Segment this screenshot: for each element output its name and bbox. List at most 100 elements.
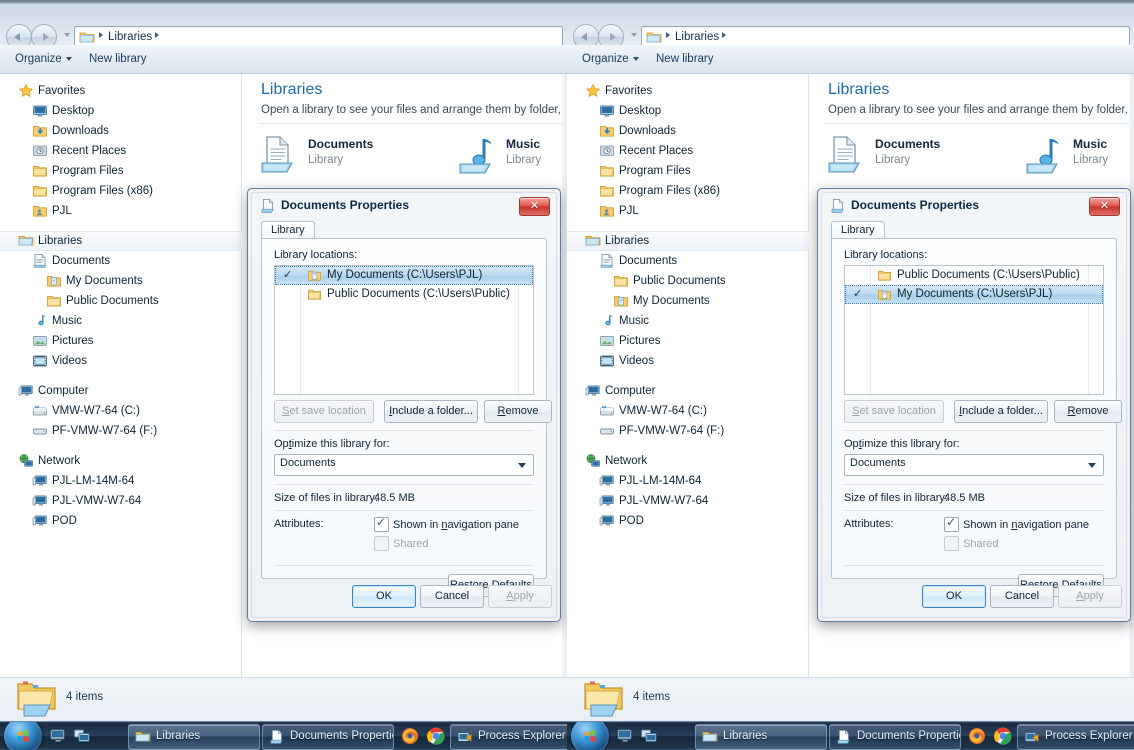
close-icon[interactable]: ✕	[519, 197, 550, 216]
shared-checkbox[interactable]	[944, 536, 959, 551]
switch-window-icon[interactable]	[72, 726, 92, 746]
list-item[interactable]: ✓ My Documents (C:\Users\PJL)	[845, 285, 1103, 304]
close-icon[interactable]: ✕	[1089, 197, 1120, 216]
nav-item-pjl-vmw-w7-64[interactable]: PJL-VMW-W7-64	[567, 491, 809, 511]
shown-in-nav-pane-checkbox[interactable]	[944, 515, 959, 532]
new-library-button[interactable]: New library	[649, 49, 721, 69]
nav-item-drive-f[interactable]: PF-VMW-W7-64 (F:)	[567, 421, 809, 441]
library-locations-list[interactable]: ✓ My Documents (C:\Users\PJL) Public Doc…	[274, 265, 534, 395]
nav-item-pod[interactable]: POD	[0, 511, 242, 531]
set-save-location-button[interactable]: Set save location	[274, 400, 374, 423]
apply-button[interactable]: Apply	[1058, 585, 1122, 608]
list-item[interactable]: Public Documents (C:\Users\Public)	[845, 266, 1103, 285]
taskbar-button-process-explorer[interactable]: Process Explorer	[1017, 724, 1134, 750]
switch-window-icon[interactable]	[639, 726, 659, 746]
nav-group-favorites[interactable]: Favorites	[567, 81, 809, 101]
taskbar-button-libraries[interactable]: Libraries	[695, 724, 827, 750]
nav-item-videos[interactable]: Videos	[567, 351, 809, 371]
navigation-pane[interactable]: Favorites Desktop Downloads Recent Place…	[0, 74, 242, 678]
nav-item-public-documents[interactable]: Public Documents	[567, 271, 809, 291]
firefox-icon[interactable]	[400, 726, 420, 746]
start-button[interactable]	[4, 722, 42, 750]
new-library-button[interactable]: New library	[82, 49, 154, 69]
shown-in-nav-pane-checkbox[interactable]	[374, 515, 389, 532]
nav-item-public-documents[interactable]: Public Documents	[0, 291, 242, 311]
nav-item-music[interactable]: Music	[567, 311, 809, 331]
remove-button[interactable]: Remove	[1054, 400, 1122, 423]
nav-label: Recent Places	[52, 145, 127, 157]
nav-item-recent-places[interactable]: Recent Places	[567, 141, 809, 161]
include-a-folder-button[interactable]: Include a folder...	[954, 400, 1048, 423]
optimize-select[interactable]: Documents	[844, 454, 1104, 476]
nav-group-network[interactable]: Network	[567, 451, 809, 471]
taskbar-button-libraries[interactable]: Libraries	[128, 724, 260, 750]
nav-item-my-documents[interactable]: My Documents	[567, 291, 809, 311]
taskbar-button-documents-properties[interactable]: Documents Properties	[829, 724, 961, 750]
shared-checkbox[interactable]	[374, 536, 389, 551]
dialog-title-bar[interactable]: Documents Properties ✕	[252, 193, 556, 219]
divider	[844, 565, 1104, 566]
nav-item-downloads[interactable]: Downloads	[567, 121, 809, 141]
nav-group-computer[interactable]: Computer	[0, 381, 242, 401]
nav-item-desktop[interactable]: Desktop	[567, 101, 809, 121]
nav-item-program-files-x86[interactable]: Program Files (x86)	[0, 181, 242, 201]
nav-group-libraries[interactable]: Libraries	[567, 231, 809, 251]
nav-item-pjl-lm-14m-64[interactable]: PJL-LM-14M-64	[0, 471, 242, 491]
ok-button[interactable]: OK	[352, 585, 416, 608]
nav-item-documents[interactable]: Documents	[567, 251, 809, 271]
show-desktop-icon[interactable]	[615, 726, 635, 746]
dialog-title-bar[interactable]: Documents Properties ✕	[822, 193, 1126, 219]
optimize-select[interactable]: Documents	[274, 454, 534, 476]
nav-item-program-files[interactable]: Program Files	[567, 161, 809, 181]
nav-item-music[interactable]: Music	[0, 311, 242, 331]
nav-item-pod[interactable]: POD	[567, 511, 809, 531]
organize-button[interactable]: Organize	[8, 49, 79, 69]
nav-group-network[interactable]: Network	[0, 451, 242, 471]
breadcrumb-separator-2[interactable]	[722, 32, 726, 38]
nav-item-program-files[interactable]: Program Files	[0, 161, 242, 181]
nav-item-downloads[interactable]: Downloads	[0, 121, 242, 141]
remove-button[interactable]: Remove	[484, 400, 552, 423]
chrome-icon[interactable]	[426, 726, 446, 746]
breadcrumb-separator-2[interactable]	[155, 32, 159, 38]
nav-group-favorites[interactable]: Favorites	[0, 81, 242, 101]
start-button[interactable]	[571, 722, 609, 750]
nav-item-drive-c[interactable]: VMW-W7-64 (C:)	[567, 401, 809, 421]
nav-group-libraries[interactable]: Libraries	[0, 231, 242, 251]
nav-item-pjl[interactable]: PJL	[0, 201, 242, 221]
nav-item-drive-f[interactable]: PF-VMW-W7-64 (F:)	[0, 421, 242, 441]
firefox-icon[interactable]	[967, 726, 987, 746]
nav-item-pictures[interactable]: Pictures	[0, 331, 242, 351]
nav-item-pjl-lm-14m-64[interactable]: PJL-LM-14M-64	[567, 471, 809, 491]
cancel-button[interactable]: Cancel	[990, 585, 1054, 608]
nav-item-pjl-vmw-w7-64[interactable]: PJL-VMW-W7-64	[0, 491, 242, 511]
nav-item-program-files-x86[interactable]: Program Files (x86)	[567, 181, 809, 201]
set-save-location-button[interactable]: Set save location	[844, 400, 944, 423]
include-a-folder-button[interactable]: Include a folder...	[384, 400, 478, 423]
taskbar-button-documents-properties[interactable]: Documents Properties	[262, 724, 394, 750]
nav-item-recent-places[interactable]: Recent Places	[0, 141, 242, 161]
nav-group-computer[interactable]: Computer	[567, 381, 809, 401]
organize-button[interactable]: Organize	[575, 49, 646, 69]
apply-button[interactable]: Apply	[488, 585, 552, 608]
nav-item-desktop[interactable]: Desktop	[0, 101, 242, 121]
nav-item-drive-c[interactable]: VMW-W7-64 (C:)	[0, 401, 242, 421]
nav-item-pjl[interactable]: PJL	[567, 201, 809, 221]
nav-item-videos[interactable]: Videos	[0, 351, 242, 371]
taskbar-button-process-explorer[interactable]: Process Explorer	[450, 724, 567, 750]
navigation-pane[interactable]: Favorites Desktop Downloads Recent Place…	[567, 74, 809, 678]
list-item[interactable]: ✓ My Documents (C:\Users\PJL)	[275, 266, 533, 285]
library-locations-list[interactable]: Public Documents (C:\Users\Public) ✓ My …	[844, 265, 1104, 395]
nav-item-pictures[interactable]: Pictures	[567, 331, 809, 351]
show-desktop-icon[interactable]	[48, 726, 68, 746]
recent-pages-dropdown-icon[interactable]	[64, 33, 70, 37]
nav-item-documents[interactable]: Documents	[0, 251, 242, 271]
nav-item-my-documents[interactable]: My Documents	[0, 271, 242, 291]
recent-pages-dropdown-icon[interactable]	[631, 33, 637, 37]
breadcrumb-item-libraries[interactable]: Libraries	[675, 30, 719, 45]
list-item[interactable]: Public Documents (C:\Users\Public)	[275, 285, 533, 304]
ok-button[interactable]: OK	[922, 585, 986, 608]
chrome-icon[interactable]	[993, 726, 1013, 746]
breadcrumb-item-libraries[interactable]: Libraries	[108, 30, 152, 45]
cancel-button[interactable]: Cancel	[420, 585, 484, 608]
